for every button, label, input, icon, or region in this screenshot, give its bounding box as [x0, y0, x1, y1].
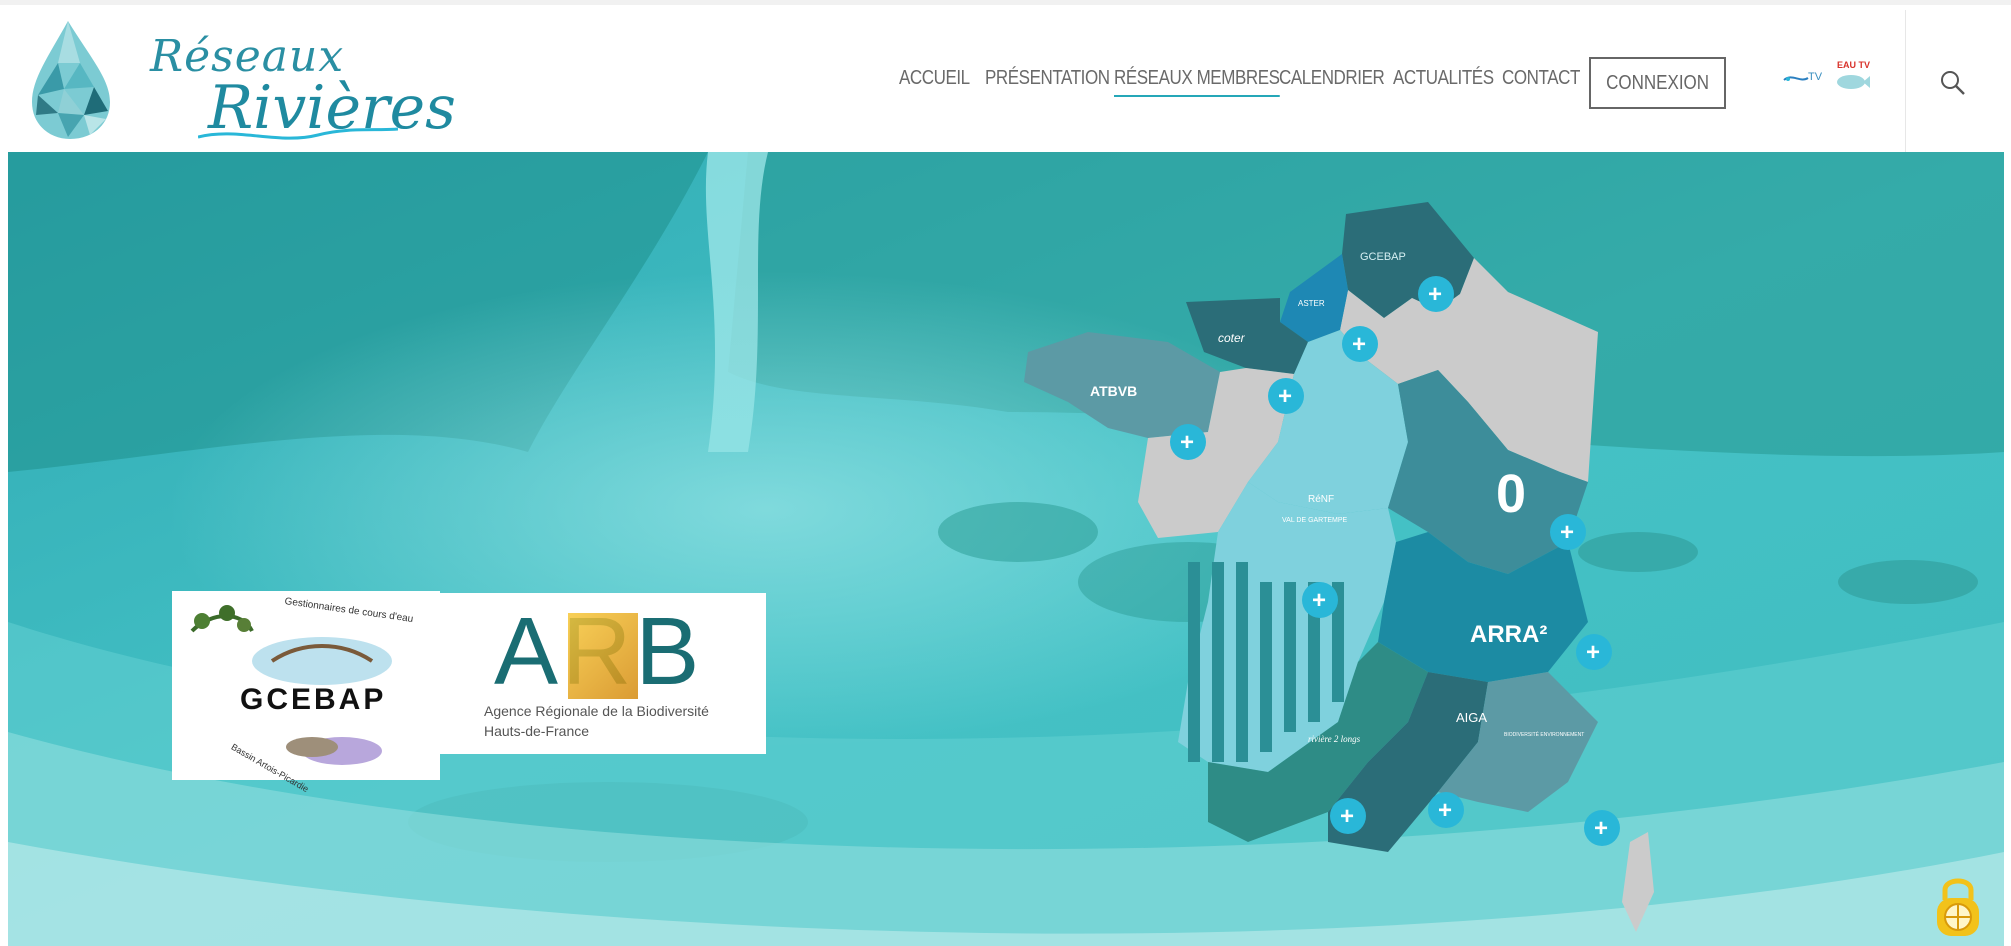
header-divider: [1905, 10, 1906, 157]
hero-banner: Gestionnaires de cours d'eau GCEBAP Bass…: [8, 152, 2004, 946]
plus-marker-normandie-east[interactable]: +: [1342, 326, 1378, 362]
login-button[interactable]: CONNEXION: [1589, 57, 1726, 109]
arb-line1: Agence Régionale de la Biodiversité: [484, 703, 709, 719]
plus-marker-occitanie-west[interactable]: +: [1330, 798, 1366, 834]
login-label: CONNEXION: [1606, 72, 1709, 94]
svg-text:+: +: [1340, 803, 1354, 830]
region-label-coter: coter: [1218, 331, 1246, 345]
region-label-val-de-gartempe: VAL DE GARTEMPE: [1282, 517, 1348, 524]
arb-r-highlight: [568, 613, 638, 699]
region-label-riviere: rivière 2 longs: [1308, 734, 1361, 744]
plus-marker-bourgogne[interactable]: +: [1550, 514, 1586, 550]
region-label-zero: 0: [1496, 464, 1526, 524]
eau-tv-label: EAU TV: [1837, 60, 1871, 70]
region-label-gcebap: GCEBAP: [1360, 251, 1406, 263]
eau-tv-link[interactable]: EAU TV: [1833, 60, 1871, 96]
svg-text:+: +: [1352, 331, 1366, 358]
plus-marker-centre[interactable]: +: [1302, 582, 1338, 618]
partner-arb-logo[interactable]: ARB Agence Régionale de la Biodiversité …: [440, 593, 766, 754]
nav-actualites[interactable]: ACTUALITÉS: [1393, 67, 1494, 90]
page: Réseaux Rivières ACCUEIL PRÉSENTATION RÉ…: [0, 0, 2011, 946]
arb-line2: Hauts-de-France: [484, 723, 590, 739]
plus-marker-paca[interactable]: +: [1584, 810, 1620, 846]
nav-accueil[interactable]: ACCUEIL: [899, 67, 970, 90]
svg-text:+: +: [1180, 429, 1194, 456]
plus-marker-hauts-de-france[interactable]: +: [1418, 276, 1454, 312]
plus-marker-arra2[interactable]: +: [1576, 634, 1612, 670]
eau-tv-fish-icon: [1837, 75, 1870, 89]
region-label-renf: RéNF: [1308, 494, 1334, 505]
plus-marker-bretagne[interactable]: +: [1170, 424, 1206, 460]
svg-text:+: +: [1278, 383, 1292, 410]
region-label-arra2: ARRA²: [1470, 621, 1547, 648]
svg-text:+: +: [1586, 639, 1600, 666]
france-regions-map: GCEBAP ASTER coter ATBVB RéNF VAL DE GAR…: [1024, 202, 1654, 932]
search-icon[interactable]: [1938, 68, 1968, 98]
svg-text:+: +: [1594, 815, 1608, 842]
svg-text:+: +: [1428, 281, 1442, 308]
tv-label: TV: [1808, 71, 1823, 83]
svg-text:+: +: [1560, 519, 1574, 546]
plus-marker-normandie[interactable]: +: [1268, 378, 1304, 414]
site-logo[interactable]: Réseaux Rivières: [28, 17, 456, 147]
nav-reseaux-membres[interactable]: RÉSEAUX MEMBRES: [1114, 67, 1280, 97]
region-corse[interactable]: [1622, 832, 1654, 932]
region-aster[interactable]: [1280, 254, 1348, 342]
gcebap-name: GCEBAP: [240, 683, 387, 716]
region-label-biodiversite: BIODIVERSITÉ ENVIRONNEMENT: [1504, 731, 1584, 738]
logo-wave: [198, 127, 398, 140]
region-label-aster: ASTER: [1298, 299, 1325, 308]
nav-contact[interactable]: CONTACT: [1502, 67, 1580, 90]
site-header: Réseaux Rivières ACCUEIL PRÉSENTATION RÉ…: [0, 5, 2011, 157]
svg-text:+: +: [1312, 587, 1326, 614]
tv-link[interactable]: TV: [1782, 67, 1826, 89]
svg-text:+: +: [1438, 797, 1452, 824]
partner-gcebap-logo[interactable]: Gestionnaires de cours d'eau GCEBAP Bass…: [172, 591, 440, 794]
region-label-atbvb: ATBVB: [1090, 383, 1137, 399]
region-label-aiga: AIGA: [1456, 710, 1487, 725]
lock-icon[interactable]: [1935, 872, 1981, 938]
water-drop-icon: [32, 21, 110, 139]
nav-presentation[interactable]: PRÉSENTATION: [985, 67, 1110, 90]
plus-marker-occitanie-east[interactable]: +: [1428, 792, 1464, 828]
nav-calendrier[interactable]: CALENDRIER: [1279, 67, 1385, 90]
